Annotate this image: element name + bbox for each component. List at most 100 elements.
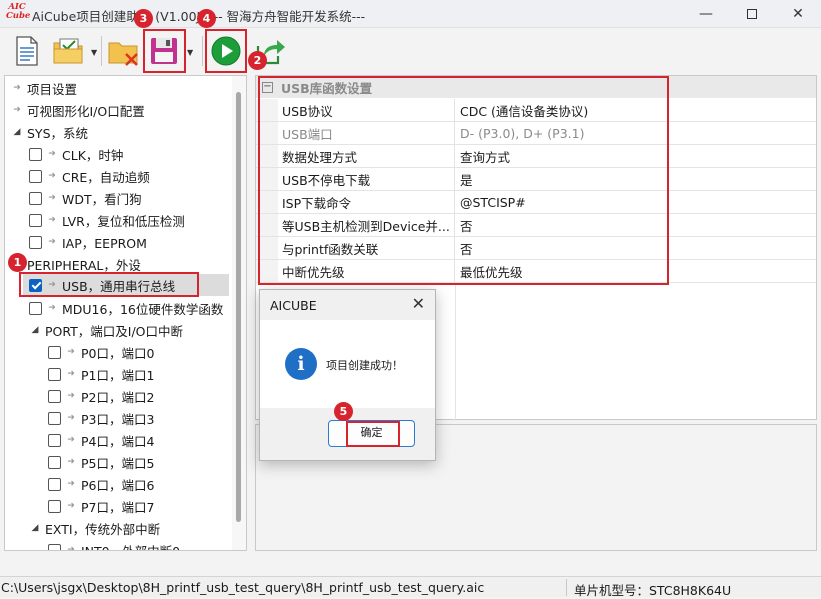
- dialog-close-button[interactable]: ✕: [412, 294, 425, 313]
- status-bar: C:\Users\jsgx\Desktop\8H_printf_usb_test…: [0, 576, 821, 598]
- tree-item-label: P3口，端口3: [81, 411, 155, 427]
- arrow-right-icon: ➜: [48, 149, 56, 159]
- arrow-right-icon: ➜: [48, 171, 56, 181]
- tree-item-label: P7口，端口7: [81, 499, 155, 515]
- project-path: C:\Users\jsgx\Desktop\8H_printf_usb_test…: [1, 580, 485, 595]
- tree-item-label: P6口，端口6: [81, 477, 155, 493]
- expand-icon[interactable]: ◢: [29, 523, 41, 533]
- arrow-right-icon: ➜: [48, 193, 56, 203]
- close-folder-icon: [108, 42, 138, 66]
- dialog-message: 项目创建成功！: [326, 359, 403, 372]
- tree-item-wdt[interactable]: ➜ WDT，看门狗: [29, 187, 142, 209]
- arrow-right-icon: ➜: [67, 457, 75, 467]
- tree-item-label: CLK，时钟: [62, 147, 124, 163]
- checkbox[interactable]: [48, 477, 61, 491]
- arrow-right-icon: ➜: [67, 501, 75, 511]
- tree-item-p4[interactable]: ➜ P4口，端口4: [48, 429, 154, 451]
- tree-item-label: P5口，端口5: [81, 455, 155, 471]
- tree-item-label: P1口，端口1: [81, 367, 155, 383]
- arrow-right-icon: ➜: [48, 215, 56, 225]
- tree-item-label: INT0，外部中断0: [81, 543, 181, 551]
- tree-item-p1[interactable]: ➜ P1口，端口1: [48, 363, 154, 385]
- tree-item-label: PORT，端口及I/O口中断: [45, 323, 184, 339]
- tree-item-lvr[interactable]: ➜ LVR，复位和低压检测: [29, 209, 185, 231]
- tree-item-p5[interactable]: ➜ P5口，端口5: [48, 451, 154, 473]
- tree-item-exti[interactable]: ◢ EXTI，传统外部中断: [29, 517, 161, 539]
- column-divider: [455, 283, 456, 421]
- close-icon: ✕: [411, 294, 425, 313]
- arrow-right-icon: ➜: [13, 105, 21, 115]
- save-dropdown-icon[interactable]: ▼: [187, 48, 195, 57]
- checkbox[interactable]: [29, 301, 42, 315]
- checkbox[interactable]: [29, 213, 42, 227]
- tree-item-p2[interactable]: ➜ P2口，端口2: [48, 385, 154, 407]
- arrow-right-icon: ➜: [13, 83, 21, 93]
- tree-item-label: SYS，系统: [27, 125, 89, 141]
- maximize-button[interactable]: [729, 0, 775, 28]
- tree-item-label: 可视图形化I/O口配置: [27, 103, 145, 119]
- tree-item-label: P2口，端口2: [81, 389, 155, 405]
- status-divider: [566, 579, 567, 596]
- checkbox[interactable]: [48, 411, 61, 425]
- step-badge-4: 4: [197, 9, 216, 28]
- checkbox[interactable]: [29, 235, 42, 249]
- tree-item-p3[interactable]: ➜ P3口，端口3: [48, 407, 154, 429]
- tree-item-project-settings[interactable]: ➜ 项目设置: [11, 77, 77, 99]
- tree-item-io-config[interactable]: ➜ 可视图形化I/O口配置: [11, 99, 145, 121]
- tree-item-label: LVR，复位和低压检测: [62, 213, 185, 229]
- arrow-right-icon: ➜: [48, 237, 56, 247]
- toolbar-separator: [101, 36, 102, 66]
- highlight-usb-item: [19, 272, 199, 297]
- tree-item-label: MDU16，16位硬件数学函数: [62, 301, 224, 317]
- checkbox[interactable]: [48, 367, 61, 381]
- tree-item-port[interactable]: ◢ PORT，端口及I/O口中断: [29, 319, 184, 341]
- close-project-button[interactable]: [106, 34, 140, 68]
- highlight-save-button: [143, 29, 186, 73]
- checkbox[interactable]: [48, 543, 61, 550]
- checkbox[interactable]: [29, 191, 42, 205]
- tree-item-p6[interactable]: ➜ P6口，端口6: [48, 473, 154, 495]
- checkbox[interactable]: [48, 389, 61, 403]
- tree-item-label: P0口，端口0: [81, 345, 155, 361]
- chip-model: 单片机型号：STC8H8K64U: [574, 583, 732, 598]
- tree-item-cre[interactable]: ➜ CRE，自动追频: [29, 165, 150, 187]
- step-badge-3: 3: [134, 9, 153, 28]
- arrow-right-icon: ➜: [67, 391, 75, 401]
- tree-panel: ➜ 项目设置 ➜ 可视图形化I/O口配置 ◢ SYS，系统 ➜ CLK，时钟 ➜…: [4, 75, 247, 551]
- new-project-button[interactable]: [10, 34, 44, 68]
- arrow-right-icon: ➜: [48, 303, 56, 313]
- info-icon: i: [285, 348, 317, 380]
- highlight-property-grid: [258, 76, 669, 285]
- tree-item-mdu16[interactable]: ➜ MDU16，16位硬件数学函数: [29, 297, 223, 319]
- scrollbar-thumb[interactable]: [236, 92, 241, 522]
- step-badge-1: 1: [8, 253, 27, 272]
- open-dropdown-icon[interactable]: ▼: [91, 48, 99, 57]
- tree-item-label: P4口，端口4: [81, 433, 155, 449]
- checkbox[interactable]: [48, 455, 61, 469]
- tree-scrollbar[interactable]: [232, 76, 246, 550]
- tree-item-label: WDT，看门狗: [62, 191, 142, 207]
- tree-item-clk[interactable]: ➜ CLK，时钟: [29, 143, 123, 165]
- checkbox[interactable]: [29, 169, 42, 183]
- maximize-icon: [747, 9, 757, 19]
- tree-item-p0[interactable]: ➜ P0口，端口0: [48, 341, 154, 363]
- tree-item-label: IAP，EEPROM: [62, 235, 147, 251]
- dialog-title: AICUBE: [270, 298, 317, 313]
- checkbox[interactable]: [29, 147, 42, 161]
- expand-icon[interactable]: ◢: [11, 127, 23, 137]
- open-project-button[interactable]: [51, 34, 85, 68]
- expand-icon[interactable]: ◢: [29, 325, 41, 335]
- checkbox[interactable]: [48, 499, 61, 513]
- minimize-icon: —: [699, 6, 713, 22]
- minimize-button[interactable]: —: [683, 0, 729, 28]
- close-window-button[interactable]: ✕: [775, 0, 821, 28]
- checkbox[interactable]: [48, 433, 61, 447]
- step-badge-5: 5: [334, 402, 353, 421]
- checkbox[interactable]: [48, 345, 61, 359]
- tree-item-int0[interactable]: ➜ INT0，外部中断0: [48, 539, 181, 551]
- toolbar: ▼ ▼: [0, 28, 821, 74]
- tree-item-iap[interactable]: ➜ IAP，EEPROM: [29, 231, 147, 253]
- title-bar: AIC Cube AiCube项目创建助手 (V1.00J) --- 智海方舟智…: [0, 0, 821, 28]
- tree-item-sys[interactable]: ◢ SYS，系统: [11, 121, 88, 143]
- tree-item-p7[interactable]: ➜ P7口，端口7: [48, 495, 154, 517]
